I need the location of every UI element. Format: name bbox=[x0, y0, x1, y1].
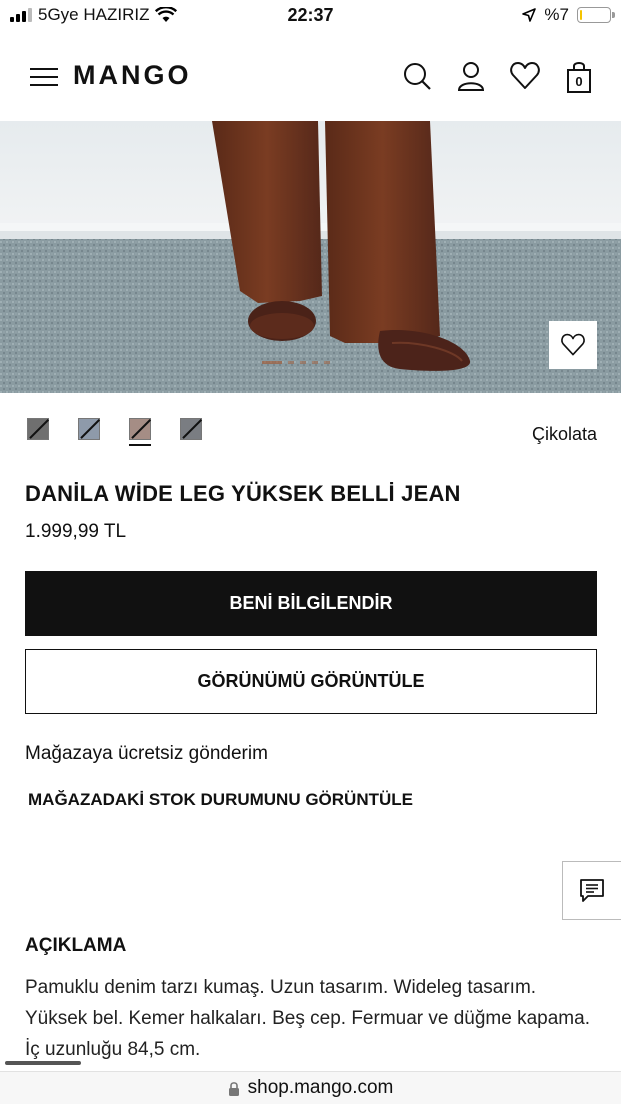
bag-button[interactable]: 0 bbox=[563, 60, 595, 94]
color-swatch[interactable] bbox=[78, 418, 100, 440]
search-icon[interactable] bbox=[401, 60, 433, 92]
selected-swatch-indicator bbox=[129, 444, 151, 446]
home-indicator bbox=[5, 1061, 81, 1065]
chat-button[interactable] bbox=[562, 861, 621, 920]
description-line: İç uzunluğu 84,5 cm. bbox=[25, 1039, 201, 1060]
chat-icon bbox=[580, 878, 604, 902]
status-right: %7 bbox=[522, 5, 615, 25]
user-icon[interactable] bbox=[455, 60, 487, 92]
product-photo bbox=[0, 121, 621, 393]
color-swatch[interactable] bbox=[27, 418, 49, 440]
url-bar[interactable]: shop.mango.com bbox=[0, 1071, 621, 1104]
favorite-button[interactable] bbox=[549, 321, 597, 369]
battery-percent: %7 bbox=[544, 5, 569, 24]
image-pager bbox=[262, 361, 330, 364]
product-title: DANİLA WİDE LEG YÜKSEK BELLİ JEAN bbox=[25, 481, 461, 506]
url-text: shop.mango.com bbox=[247, 1077, 394, 1098]
notify-me-button[interactable]: BENİ BİLGİLENDİR bbox=[25, 571, 597, 636]
heart-icon bbox=[561, 333, 585, 356]
color-name: Çikolata bbox=[531, 424, 597, 444]
description-line: Pamuklu denim tarzı kumaş. Uzun tasarım.… bbox=[25, 977, 537, 998]
battery-icon bbox=[577, 7, 615, 23]
brand-logo[interactable]: MANGO bbox=[73, 60, 192, 91]
store-stock-link[interactable]: MAĞAZADAKİ STOK DURUMUNU GÖRÜNTÜLE bbox=[28, 790, 413, 810]
heart-icon[interactable] bbox=[509, 60, 541, 92]
bag-count: 0 bbox=[575, 74, 583, 89]
location-arrow-icon bbox=[522, 8, 537, 22]
product-price: 1.999,99 TL bbox=[25, 521, 127, 542]
color-swatch-selected[interactable] bbox=[129, 418, 151, 440]
description-line: Yüksek bel. Kemer halkaları. Beş cep. Fe… bbox=[25, 1008, 590, 1029]
site-header: MANGO 0 bbox=[0, 30, 621, 121]
status-bar: 5Gye HAZIRIZ 22:37 %7 bbox=[0, 0, 621, 30]
battery-fill bbox=[580, 10, 582, 20]
description-heading: AÇIKLAMA bbox=[25, 935, 127, 956]
description-text: Pamuklu denim tarzı kumaş. Uzun tasarım.… bbox=[25, 972, 605, 1065]
color-swatch[interactable] bbox=[180, 418, 202, 440]
shipping-info: Mağazaya ücretsiz gönderim bbox=[25, 743, 268, 764]
lock-icon bbox=[228, 1081, 239, 1096]
product-image[interactable] bbox=[0, 121, 621, 393]
menu-icon[interactable] bbox=[30, 68, 58, 86]
view-look-button[interactable]: GÖRÜNÜMÜ GÖRÜNTÜLE bbox=[25, 649, 597, 714]
